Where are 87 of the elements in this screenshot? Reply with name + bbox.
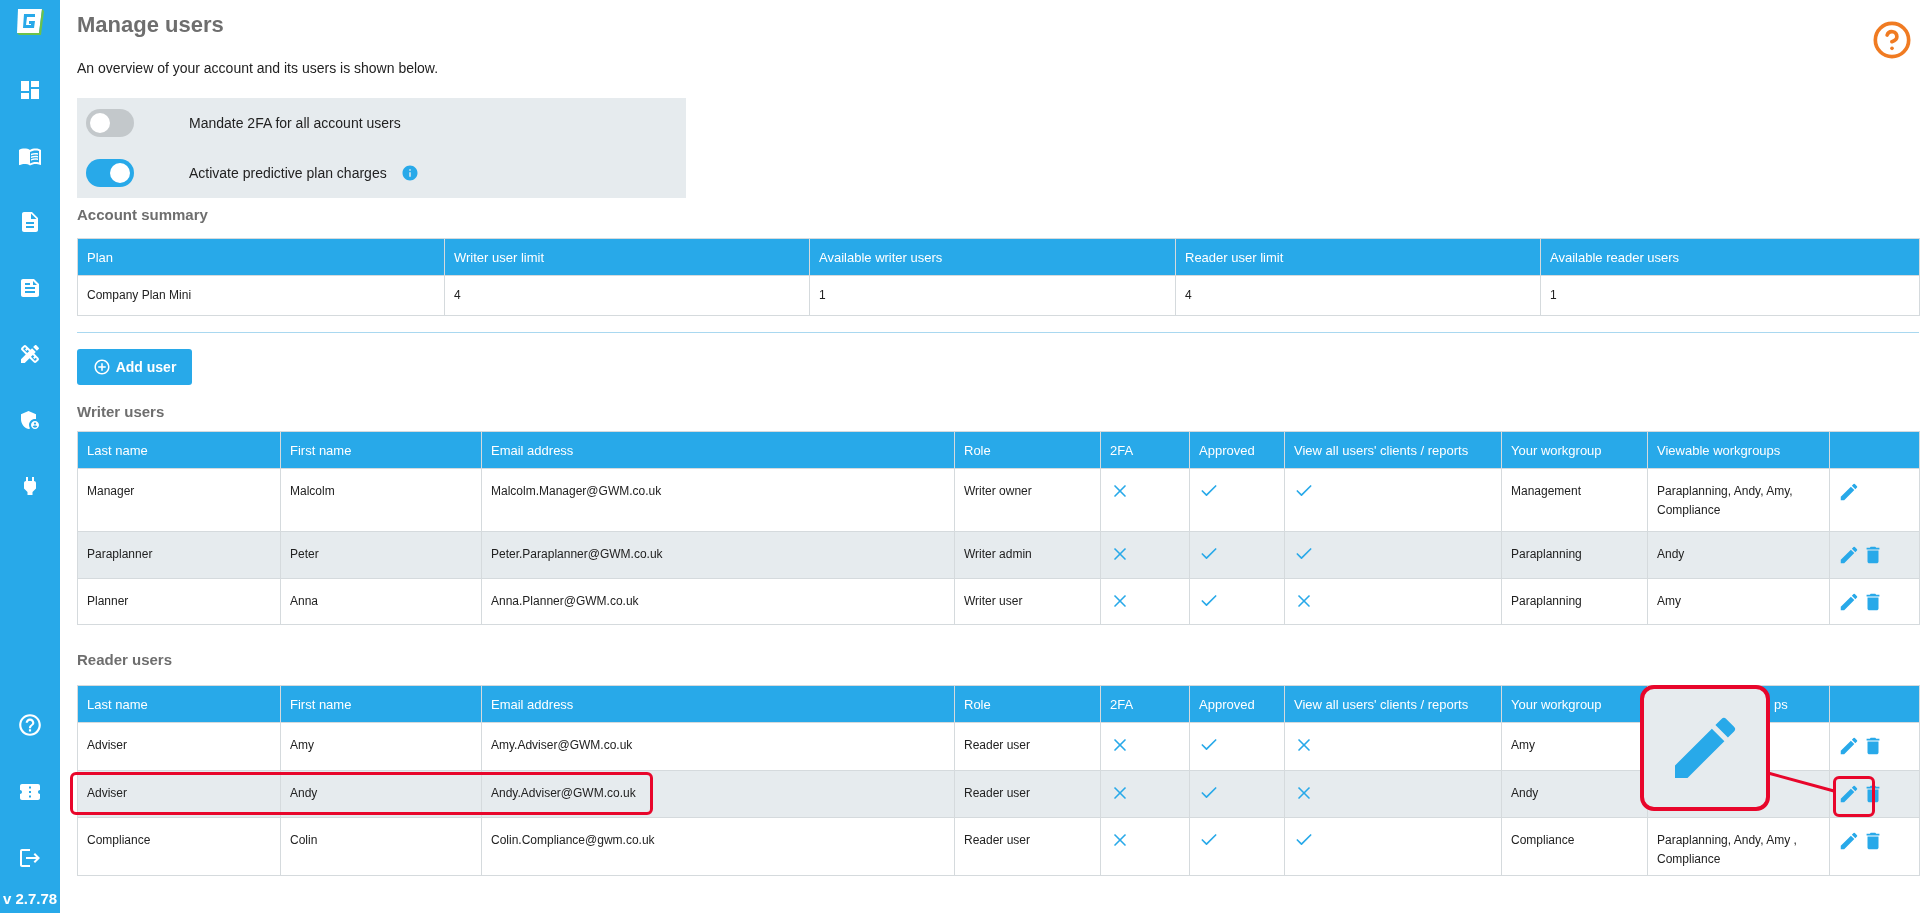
table-cell: Compliance bbox=[87, 833, 151, 847]
table-cell: Writer user bbox=[964, 594, 1023, 608]
edit-button[interactable] bbox=[1838, 783, 1860, 805]
section-heading: Writer users bbox=[77, 402, 166, 422]
table-cell: Paraplanning bbox=[1511, 547, 1582, 561]
edit-button[interactable] bbox=[1838, 591, 1860, 613]
table-cell: Colin.Compliance@gwm.co.uk bbox=[491, 833, 655, 847]
info-icon[interactable] bbox=[400, 164, 419, 182]
column-header: Your workgroup bbox=[1501, 431, 1648, 469]
column-header: Available reader users bbox=[1540, 238, 1920, 276]
table-cell: Reader user bbox=[964, 786, 1031, 800]
column-header: Reader user limit bbox=[1175, 238, 1541, 276]
column-header: Role bbox=[954, 685, 1101, 723]
add-icon bbox=[92, 358, 111, 376]
table-cell: 1 bbox=[1550, 288, 1557, 302]
table-cell: Paraplanning, Andy, Amy , Compliance bbox=[1657, 833, 1797, 866]
column-header: View all users' clients / reports bbox=[1284, 431, 1502, 469]
page-title: Manage users bbox=[77, 11, 224, 39]
table-cell: Andy bbox=[1657, 547, 1685, 561]
table-cell: Andy.Adviser@GWM.co.uk bbox=[491, 786, 636, 800]
table-cell: 4 bbox=[1185, 288, 1192, 302]
column-header: Plan bbox=[77, 238, 445, 276]
table-cell: Adviser bbox=[87, 738, 127, 752]
page-description: An overview of your account and its users is shown below. bbox=[77, 59, 440, 78]
table-cell: Anna bbox=[290, 594, 319, 608]
column-header: First name bbox=[280, 685, 482, 723]
table-cell: Paraplanning bbox=[1511, 594, 1582, 608]
shield-icon[interactable] bbox=[18, 408, 42, 432]
column-header: Your workgroup bbox=[1501, 685, 1648, 723]
table-cell: Andy bbox=[1511, 786, 1539, 800]
edit-button[interactable] bbox=[1838, 544, 1860, 566]
table-cell: Adviser bbox=[87, 786, 127, 800]
setting-label: Mandate 2FA for all account users bbox=[189, 115, 401, 131]
setting-label: Activate predictive plan charges bbox=[189, 165, 387, 181]
section-heading: Account summary bbox=[77, 205, 209, 225]
table-cell: Malcolm bbox=[290, 484, 335, 498]
edit-button[interactable] bbox=[1838, 830, 1860, 852]
add-user-button[interactable]: Add user bbox=[77, 349, 192, 385]
column-header: 2FA bbox=[1100, 685, 1190, 723]
column-header: 2FA bbox=[1100, 431, 1190, 469]
table-cell: Manager bbox=[87, 484, 135, 498]
column-header: Last name bbox=[77, 685, 281, 723]
table-cell: Management bbox=[1511, 484, 1582, 498]
table-cell: Amy bbox=[290, 738, 314, 752]
column-header: Last name bbox=[77, 431, 281, 469]
help-icon[interactable] bbox=[1872, 20, 1912, 60]
table-cell: Amy bbox=[1511, 738, 1535, 752]
logo-icon[interactable] bbox=[15, 6, 45, 36]
column-header: Writer user limit bbox=[444, 238, 810, 276]
column-header: Approved bbox=[1189, 685, 1285, 723]
table-cell: Amy.Adviser@GWM.co.uk bbox=[491, 738, 633, 752]
table-cell: Peter bbox=[290, 547, 319, 561]
table-cell: Paraplanning, Andy, Amy, Compliance bbox=[1657, 484, 1793, 517]
column-header: Approved bbox=[1189, 431, 1285, 469]
dashboard-icon[interactable] bbox=[18, 78, 42, 102]
table-cell: Reader user bbox=[964, 738, 1031, 752]
table-cell: Company Plan Mini bbox=[87, 288, 192, 302]
table-cell: Paraplanner bbox=[87, 547, 153, 561]
table-cell: Planner bbox=[87, 594, 129, 608]
table-cell: Malcolm.Manager@GWM.co.uk bbox=[491, 484, 662, 498]
table-cell: Writer admin bbox=[964, 547, 1032, 561]
table-cell: Writer owner bbox=[964, 484, 1032, 498]
column-header: Email address bbox=[481, 431, 955, 469]
edit-button[interactable] bbox=[1838, 735, 1860, 757]
column-header: Viewable workgroups bbox=[1647, 431, 1830, 469]
column-header: First name bbox=[280, 431, 482, 469]
toggle-switch[interactable] bbox=[86, 159, 134, 187]
column-header: Available writer users bbox=[809, 238, 1176, 276]
version-label: v 2.7.78 bbox=[2, 890, 58, 907]
logout-icon[interactable] bbox=[18, 846, 42, 870]
table-cell: Anna.Planner@GWM.co.uk bbox=[491, 594, 639, 608]
table-cell: Andy bbox=[290, 786, 318, 800]
table-cell: 1 bbox=[819, 288, 826, 302]
table-cell: Compliance bbox=[1511, 833, 1575, 847]
table-cell: 4 bbox=[454, 288, 461, 302]
pencil-ruler-icon[interactable] bbox=[18, 342, 42, 366]
column-header: View all users' clients / reports bbox=[1284, 685, 1502, 723]
table-cell: Amy bbox=[1657, 594, 1681, 608]
column-header: Email address bbox=[481, 685, 955, 723]
help-icon[interactable] bbox=[17, 712, 43, 738]
section-heading: Reader users bbox=[77, 650, 174, 670]
toggle-switch[interactable] bbox=[86, 109, 134, 137]
edit-button[interactable] bbox=[1838, 481, 1860, 503]
table-cell: Reader user bbox=[964, 833, 1031, 847]
table-cell: Colin bbox=[290, 833, 318, 847]
column-header: Role bbox=[954, 431, 1101, 469]
table-cell: Peter.Paraplanner@GWM.co.uk bbox=[491, 547, 663, 561]
